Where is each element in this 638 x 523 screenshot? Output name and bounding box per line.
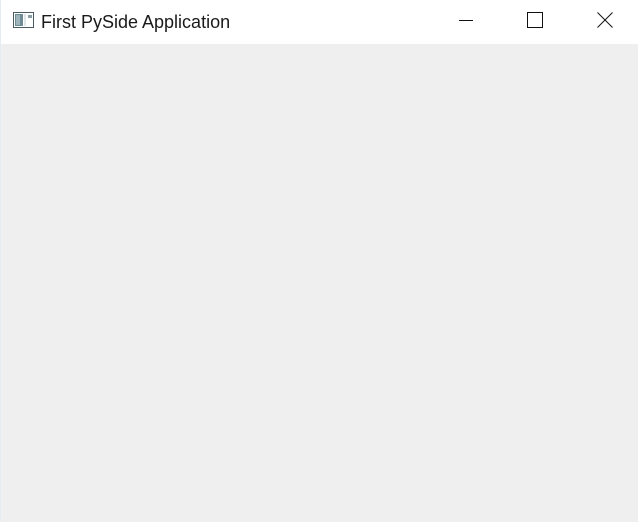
window-client-area <box>1 44 638 522</box>
close-icon <box>597 11 613 33</box>
minimize-icon <box>458 12 474 33</box>
minimize-button[interactable] <box>431 0 501 44</box>
maximize-button[interactable] <box>500 0 570 44</box>
window-title: First PySide Application <box>41 12 231 32</box>
close-button[interactable] <box>570 0 638 44</box>
title-bar[interactable]: First PySide Application <box>1 0 638 44</box>
application-window: First PySide Application <box>0 0 638 522</box>
application-window-icon[interactable] <box>13 12 34 28</box>
maximize-icon <box>527 11 543 33</box>
